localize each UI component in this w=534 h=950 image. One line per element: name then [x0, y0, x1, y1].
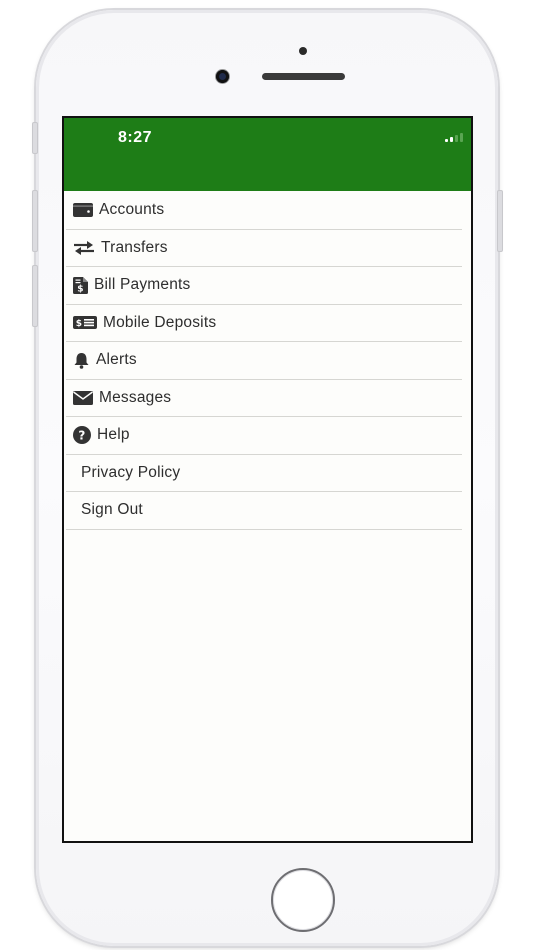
svg-text:?: ? [78, 429, 85, 443]
menu-item-label: Sign Out [81, 501, 143, 519]
menu-item-label: Messages [99, 388, 172, 406]
earpiece-speaker-icon [262, 73, 345, 80]
menu-item-label: Mobile Deposits [103, 313, 217, 331]
menu-item-bill-payments[interactable]: $ Bill Payments [66, 267, 462, 305]
menu-item-label: Help [97, 426, 130, 444]
proximity-sensor-icon [299, 47, 307, 55]
volume-down-button[interactable] [32, 265, 38, 327]
front-camera-icon [216, 70, 229, 83]
money-bill-icon: $ [73, 314, 97, 332]
nav-menu: Accounts Transfers $ Bill Payments $ Mob… [66, 192, 462, 530]
menu-item-privacy-policy[interactable]: Privacy Policy [66, 455, 462, 492]
question-circle-icon: ? [73, 426, 91, 445]
status-bar: 8:27 [64, 118, 471, 191]
app-screen: 8:27 Accounts Transfers $ Bill Payments … [62, 116, 473, 843]
home-button-icon[interactable] [271, 868, 335, 932]
menu-item-label: Transfers [101, 238, 168, 256]
menu-item-sign-out[interactable]: Sign Out [66, 492, 462, 530]
menu-item-alerts[interactable]: Alerts [66, 342, 462, 380]
envelope-icon [73, 389, 93, 407]
menu-item-messages[interactable]: Messages [66, 380, 462, 417]
menu-item-accounts[interactable]: Accounts [66, 192, 462, 230]
menu-item-help[interactable]: ? Help [66, 417, 462, 455]
menu-item-label: Privacy Policy [81, 463, 181, 481]
svg-text:$: $ [77, 284, 83, 294]
menu-item-label: Alerts [96, 351, 137, 369]
menu-item-mobile-deposits[interactable]: $ Mobile Deposits [66, 305, 462, 342]
exchange-arrows-icon [73, 239, 95, 257]
svg-text:$: $ [76, 319, 82, 329]
invoice-dollar-icon: $ [73, 276, 88, 294]
power-button[interactable] [497, 190, 503, 252]
status-time: 8:27 [118, 129, 153, 146]
wallet-icon [73, 201, 93, 219]
menu-item-label: Accounts [99, 201, 165, 219]
volume-up-button[interactable] [32, 190, 38, 252]
device-frame: 8:27 Accounts Transfers $ Bill Payments … [0, 0, 534, 950]
mute-switch[interactable] [32, 122, 38, 154]
cellular-signal-icon [445, 132, 463, 142]
menu-item-label: Bill Payments [94, 276, 191, 294]
menu-item-transfers[interactable]: Transfers [66, 230, 462, 267]
bell-icon [73, 351, 90, 369]
